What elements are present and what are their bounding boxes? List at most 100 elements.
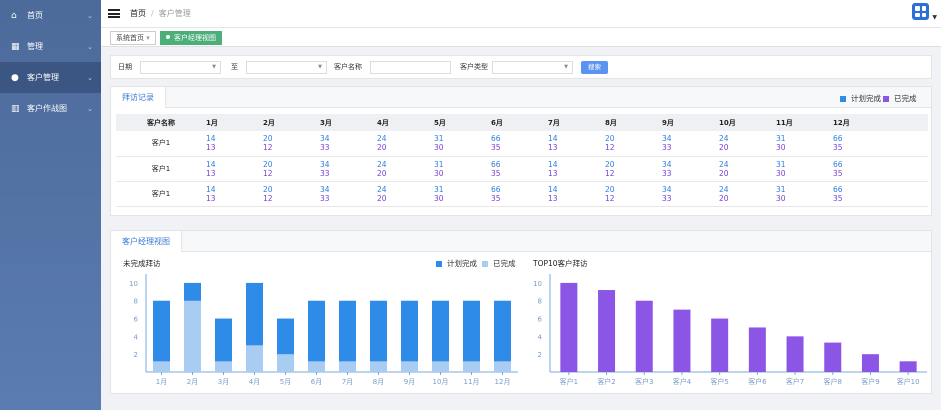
visit-table: 客户名称 1月 2月 3月 4月 5月 6月 7月 8月 9月 10月 11月 12月 客户1 14 13 2… [116,114,928,207]
column-header-month: 9月 [662,114,719,131]
search-button[interactable]: 搜索 [581,60,608,74]
month-cell: 66 35 [833,131,890,157]
table-row[interactable]: 客户1 14 13 20 12 34 33 24 20 31 30 66 35 14 13 20 12 34 33 2… [116,131,928,157]
planned-value: 24 [719,134,729,144]
month-cell: 14 13 [206,181,263,207]
bar-done [463,361,480,372]
tab-manager-view[interactable]: 客户经理视图 [111,231,182,252]
customer-name-cell: 客户1 [116,131,206,157]
bar-planned [153,300,170,372]
date-start-select[interactable]: ▼ [140,60,221,74]
month-cell: 14 13 [548,131,605,157]
sidebar-item-manage[interactable]: ▦ 管理 ⌄ [0,31,101,62]
done-value: 35 [833,193,843,203]
done-value: 30 [434,193,444,203]
planned-value: 20 [605,184,615,194]
done-value: 35 [491,193,501,203]
planned-value: 24 [377,159,387,169]
planned-value: 20 [263,184,273,194]
done-value: 33 [662,143,672,153]
breadcrumb-current: 客户管理 [158,9,191,18]
done-value: 20 [719,143,729,153]
month-cell: 31 30 [434,156,491,182]
tag-system-home[interactable]: 系统首页 ▾ [110,31,156,45]
month-cell: 34 33 [320,156,377,182]
caret-down-icon: ▼ [564,63,568,70]
date-end-select[interactable]: ▼ [246,60,327,74]
column-header-month: 3月 [320,114,377,131]
bar [560,282,578,372]
breadcrumb: 首页 / 客户管理 [130,8,191,19]
month-cell: 31 30 [776,156,833,182]
done-value: 33 [662,168,672,178]
legend-label: 已完成 [894,94,917,103]
x-tick-label: 客户3 [635,377,653,386]
tab-visit-records[interactable]: 拜访记录 [111,87,166,108]
customer-type-select[interactable]: ▼ [492,60,573,74]
bar [635,300,653,372]
column-header-month: 1月 [206,114,263,131]
done-value: 12 [263,168,273,178]
x-tick-label: 1月 [156,378,167,386]
month-cell: 31 30 [776,131,833,157]
legend-label: 计划完成 [851,94,881,103]
x-tick-label: 7月 [342,378,353,386]
planned-value: 24 [377,184,387,194]
x-tick-label: 11月 [464,378,480,386]
month-cell: 34 33 [662,131,719,157]
table-row[interactable]: 客户1 14 13 20 12 34 33 24 20 31 30 66 35 14 13 20 12 34 33 2… [116,156,928,182]
legend-swatch [883,95,889,102]
bar-done [339,361,356,372]
column-header-month: 12月 [833,114,890,131]
done-value: 30 [434,143,444,153]
bar-planned [401,300,418,372]
month-cell: 24 20 [719,181,776,207]
done-value: 12 [263,193,273,203]
planned-value: 66 [491,159,501,169]
avatar[interactable] [912,3,929,20]
month-cell: 14 13 [206,156,263,182]
x-tick-label: 4月 [249,378,260,386]
visit-records-panel: 拜访记录 计划完成 已完成 客户名称 1月 2月 3月 4月 5月 6月 7月 8月 9月 10月 1… [110,86,932,216]
planned-value: 31 [434,134,444,144]
month-cell: 20 12 [263,131,320,157]
x-tick-label: 客户1 [560,377,578,386]
y-tick-label: 2 [538,351,542,359]
tags-bar: 系统首页 ▾ 客户经理视图 [101,28,941,47]
caret-down-icon[interactable]: ▼ [932,14,937,21]
filter-bar: 日期 ▼ 至 ▼ 客户名称 客户类型 ▼ 搜索 [110,55,932,79]
month-cell: 24 20 [377,181,434,207]
customer-name-input[interactable] [370,60,451,74]
tag-customer-manager-view[interactable]: 客户经理视图 [160,31,222,45]
done-value: 13 [206,193,216,203]
x-tick-label: 3月 [218,378,229,386]
chevron-down-icon: ⌄ [87,42,93,51]
month-cell: 20 12 [263,181,320,207]
planned-value: 14 [548,184,558,194]
planned-value: 24 [377,134,387,144]
active-dot-icon [166,35,170,39]
x-tick-label: 2月 [187,378,198,386]
table-row[interactable]: 客户1 14 13 20 12 34 33 24 20 31 30 66 35 14 13 20 12 34 33 2… [116,181,928,207]
sidebar-item-customer-battle-map[interactable]: ▥ 客户作战图 ⌄ [0,93,101,124]
customer-name-cell: 客户1 [116,156,206,182]
bar [598,290,616,372]
done-value: 12 [605,143,615,153]
month-cell: 24 20 [719,131,776,157]
column-header-month: 5月 [434,114,491,131]
month-cell: 34 33 [662,156,719,182]
x-tick-label: 客户2 [597,377,615,386]
planned-value: 14 [206,134,216,144]
month-cell: 66 35 [491,156,548,182]
sidebar-item-customer-management[interactable]: ● 客户管理 ⌄ [0,62,101,93]
sidebar-item-home[interactable]: ⌂ 首页 ⌄ [0,0,101,31]
menu-toggle-icon[interactable] [108,9,120,18]
planned-value: 31 [776,184,786,194]
y-tick-label: 6 [134,316,139,324]
y-tick-label: 8 [134,298,138,306]
planned-value: 66 [491,134,501,144]
chevron-down-icon: ⌄ [87,104,93,113]
customer-type-label: 客户类型 [460,63,488,71]
planned-value: 66 [833,184,843,194]
breadcrumb-home[interactable]: 首页 [130,9,146,18]
